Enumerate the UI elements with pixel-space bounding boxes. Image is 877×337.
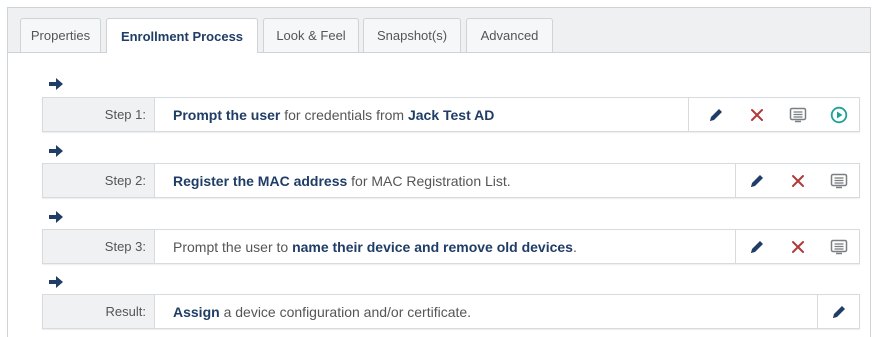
edit-icon: [707, 106, 725, 124]
step-description-emphasis: name their device and remove old devices: [292, 238, 573, 255]
step-label: Result:: [43, 295, 155, 328]
edit-button[interactable]: [695, 98, 736, 131]
step-description-text: .: [572, 238, 577, 255]
step-description: Prompt the user for credentials from Jac…: [155, 98, 688, 131]
run-button[interactable]: [818, 98, 859, 131]
delete-icon: [791, 240, 805, 254]
delete-icon: [791, 174, 805, 188]
step-description: Prompt the user to name their device and…: [155, 230, 735, 263]
step-description: Register the MAC address for MAC Registr…: [155, 164, 735, 197]
edit-icon: [748, 238, 766, 256]
step-description-text: Prompt the user to: [173, 238, 293, 255]
edit-button[interactable]: [736, 164, 777, 197]
enrollment-step-row: Step 1: Prompt the user for credentials f…: [42, 97, 860, 132]
flow-arrow-icon: [49, 276, 63, 288]
message-icon: [830, 173, 848, 189]
step-actions: [817, 295, 859, 328]
enrollment-panel: Properties Enrollment Process Look & Fee…: [7, 7, 871, 337]
tab-bar: Properties Enrollment Process Look & Fee…: [8, 8, 870, 53]
step-label: Step 3:: [43, 230, 155, 263]
enrollment-step-row: Step 3: Prompt the user to name their dev…: [42, 229, 860, 264]
step-description: Assign a device configuration and/or cer…: [155, 295, 817, 328]
step-description-emphasis: Assign: [173, 303, 220, 320]
tab-advanced[interactable]: Advanced: [466, 18, 553, 52]
flow-arrow-icon: [49, 211, 63, 223]
tab-enrollment-process[interactable]: Enrollment Process: [106, 18, 258, 53]
delete-button[interactable]: [777, 230, 818, 263]
step-actions: [735, 164, 859, 197]
step-description-emphasis: Register the MAC address: [173, 172, 348, 189]
delete-icon: [750, 108, 764, 122]
step-description-text: for credentials from: [280, 106, 408, 123]
message-button[interactable]: [818, 164, 859, 197]
steps-area: Step 1: Prompt the user for credentials f…: [8, 53, 870, 337]
message-icon: [830, 239, 848, 255]
delete-button[interactable]: [777, 164, 818, 197]
step-description-text: for MAC Registration List.: [347, 172, 511, 189]
enrollment-result-row: Result: Assign a device configuration and…: [42, 294, 860, 329]
step-actions: [688, 98, 859, 131]
step-description-emphasis: Jack Test AD: [407, 106, 495, 123]
step-label: Step 2:: [43, 164, 155, 197]
edit-icon: [748, 172, 766, 190]
flow-arrow-icon: [49, 145, 63, 157]
tab-look-and-feel[interactable]: Look & Feel: [263, 18, 359, 52]
tab-properties[interactable]: Properties: [20, 18, 101, 52]
edit-icon: [830, 303, 848, 321]
step-description-emphasis: Prompt the user: [173, 106, 281, 123]
message-icon: [789, 107, 807, 123]
step-actions: [735, 230, 859, 263]
edit-button[interactable]: [736, 230, 777, 263]
tab-snapshots[interactable]: Snapshot(s): [363, 18, 461, 52]
message-button[interactable]: [818, 230, 859, 263]
edit-button[interactable]: [818, 295, 859, 328]
step-label: Step 1:: [43, 98, 155, 131]
step-description-text: a device configuration and/or certificat…: [219, 303, 472, 320]
enrollment-step-row: Step 2: Register the MAC address for MAC …: [42, 163, 860, 198]
run-icon: [830, 106, 848, 124]
delete-button[interactable]: [736, 98, 777, 131]
message-button[interactable]: [777, 98, 818, 131]
flow-arrow-icon: [49, 78, 63, 90]
